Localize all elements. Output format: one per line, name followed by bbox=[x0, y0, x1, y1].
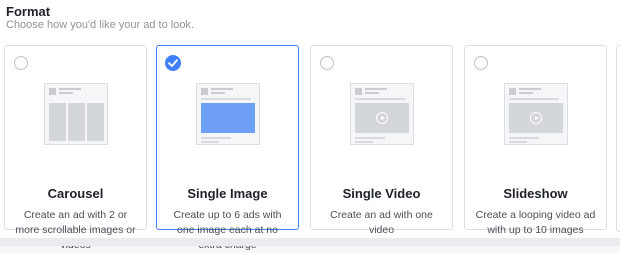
single-image-thumbnail bbox=[195, 83, 260, 145]
play-icon bbox=[529, 112, 542, 124]
slideshow-thumbnail bbox=[503, 83, 568, 145]
option-title: Carousel bbox=[47, 186, 104, 201]
option-title: Slideshow bbox=[503, 186, 568, 201]
single-video-thumbnail bbox=[349, 83, 414, 145]
format-option-slideshow[interactable]: Slideshow Create a looping video ad with… bbox=[464, 45, 607, 236]
section-title: Format bbox=[6, 4, 51, 19]
format-option-single-video[interactable]: Single Video Create an ad with one video bbox=[310, 45, 453, 236]
option-title: Single Video bbox=[342, 186, 421, 201]
format-option-single-image[interactable]: Single Image Create up to 6 ads with one… bbox=[156, 45, 299, 251]
next-option-card-partial[interactable] bbox=[616, 45, 620, 232]
radio-carousel[interactable] bbox=[14, 56, 28, 70]
option-description: Create a looping video ad with up to 10 … bbox=[475, 209, 596, 236]
footer-divider bbox=[0, 238, 620, 246]
carousel-thumbnail bbox=[43, 83, 108, 145]
option-description: Create an ad with one video bbox=[330, 209, 433, 236]
option-description: Create up to 6 ads with one image each a… bbox=[173, 209, 282, 251]
option-description: Create an ad with 2 or more scrollable i… bbox=[15, 209, 136, 251]
check-icon[interactable] bbox=[165, 55, 181, 71]
format-option-carousel[interactable]: Carousel Create an ad with 2 or more scr… bbox=[4, 45, 147, 251]
radio-single-video[interactable] bbox=[320, 56, 334, 70]
play-icon bbox=[375, 112, 388, 124]
option-title: Single Image bbox=[187, 186, 268, 201]
radio-slideshow[interactable] bbox=[474, 56, 488, 70]
format-section: Format Choose how you'd like your ad to … bbox=[0, 0, 620, 251]
section-subtitle: Choose how you'd like your ad to look. bbox=[6, 19, 194, 31]
